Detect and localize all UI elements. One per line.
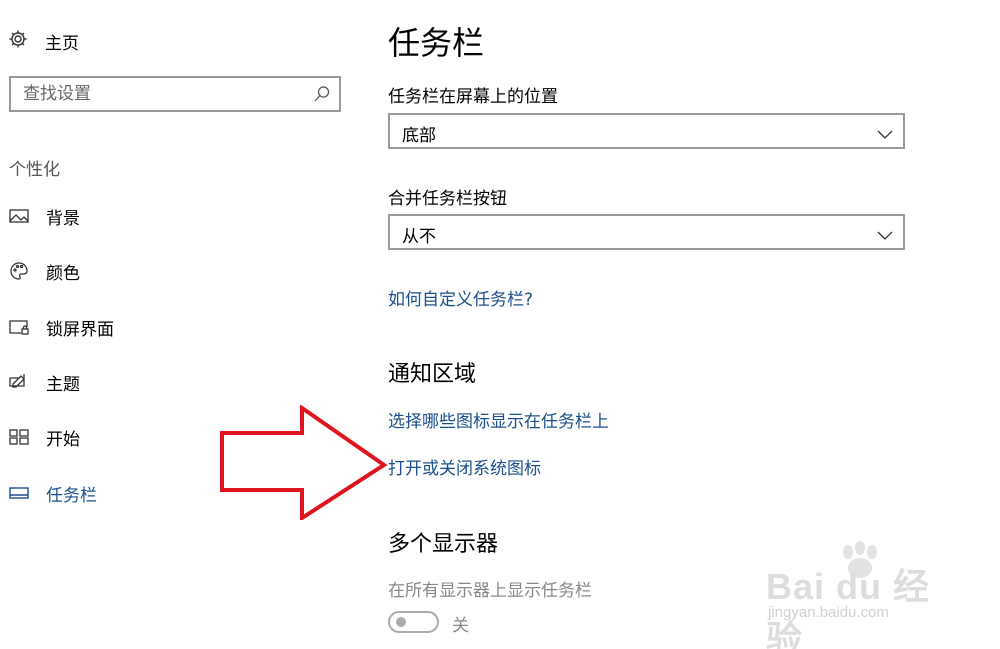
system-icons-link[interactable]: 打开或关闭系统图标 (388, 454, 541, 479)
position-dropdown[interactable]: 底部 (388, 113, 905, 149)
combine-buttons-dropdown[interactable]: 从不 (388, 214, 905, 250)
navigation-pane: 主页 个性化 背景 颜色 锁屏界面 主题 开始 (0, 0, 360, 649)
nav-item-label: 主题 (46, 374, 80, 395)
nav-item-label: 背景 (46, 208, 80, 229)
start-grid-icon (8, 426, 30, 448)
position-label: 任务栏在屏幕上的位置 (388, 87, 558, 107)
search-input[interactable] (11, 78, 301, 110)
theme-brush-icon (8, 371, 30, 393)
nav-item-label: 开始 (46, 429, 80, 450)
notification-area-heading: 通知区域 (388, 362, 477, 387)
nav-item-themes[interactable]: 主题 (8, 367, 338, 397)
page-title: 任务栏 (388, 24, 485, 62)
customize-taskbar-link[interactable]: 如何自定义任务栏? (388, 285, 533, 310)
watermark-url: jingyan.baidu.com (768, 604, 889, 621)
chevron-down-icon (877, 125, 893, 139)
nav-item-lock-screen[interactable]: 锁屏界面 (8, 312, 338, 342)
taskbar-icon (8, 482, 30, 504)
nav-item-label: 锁屏界面 (46, 319, 114, 340)
home-nav-item[interactable]: 主页 (8, 26, 79, 56)
lock-screen-icon (8, 316, 30, 338)
combine-buttons-label: 合并任务栏按钮 (388, 189, 507, 209)
chevron-down-icon (877, 226, 893, 240)
show-on-all-displays-label: 在所有显示器上显示任务栏 (388, 581, 592, 601)
toggle-knob (396, 617, 406, 627)
position-value: 底部 (402, 126, 436, 146)
show-on-all-displays-toggle[interactable] (388, 611, 439, 633)
settings-search-box[interactable] (9, 76, 341, 112)
red-arrow-annotation (218, 404, 388, 522)
home-label: 主页 (45, 33, 79, 54)
picture-icon (8, 205, 30, 227)
palette-icon (8, 260, 30, 282)
nav-item-colors[interactable]: 颜色 (8, 256, 338, 286)
nav-item-label: 任务栏 (46, 485, 97, 506)
search-icon[interactable] (313, 85, 331, 103)
nav-item-background[interactable]: 背景 (8, 201, 338, 231)
select-taskbar-icons-link[interactable]: 选择哪些图标显示在任务栏上 (388, 407, 609, 432)
nav-item-label: 颜色 (46, 263, 80, 284)
baidu-jingyan-watermark: Bai du 经验 jingyan.baidu.com (760, 540, 960, 649)
multiple-displays-heading: 多个显示器 (388, 532, 499, 557)
section-label-personalization: 个性化 (9, 160, 60, 180)
combine-buttons-value: 从不 (402, 227, 436, 247)
toggle-state-label: 关 (452, 616, 469, 636)
gear-icon (8, 29, 28, 53)
